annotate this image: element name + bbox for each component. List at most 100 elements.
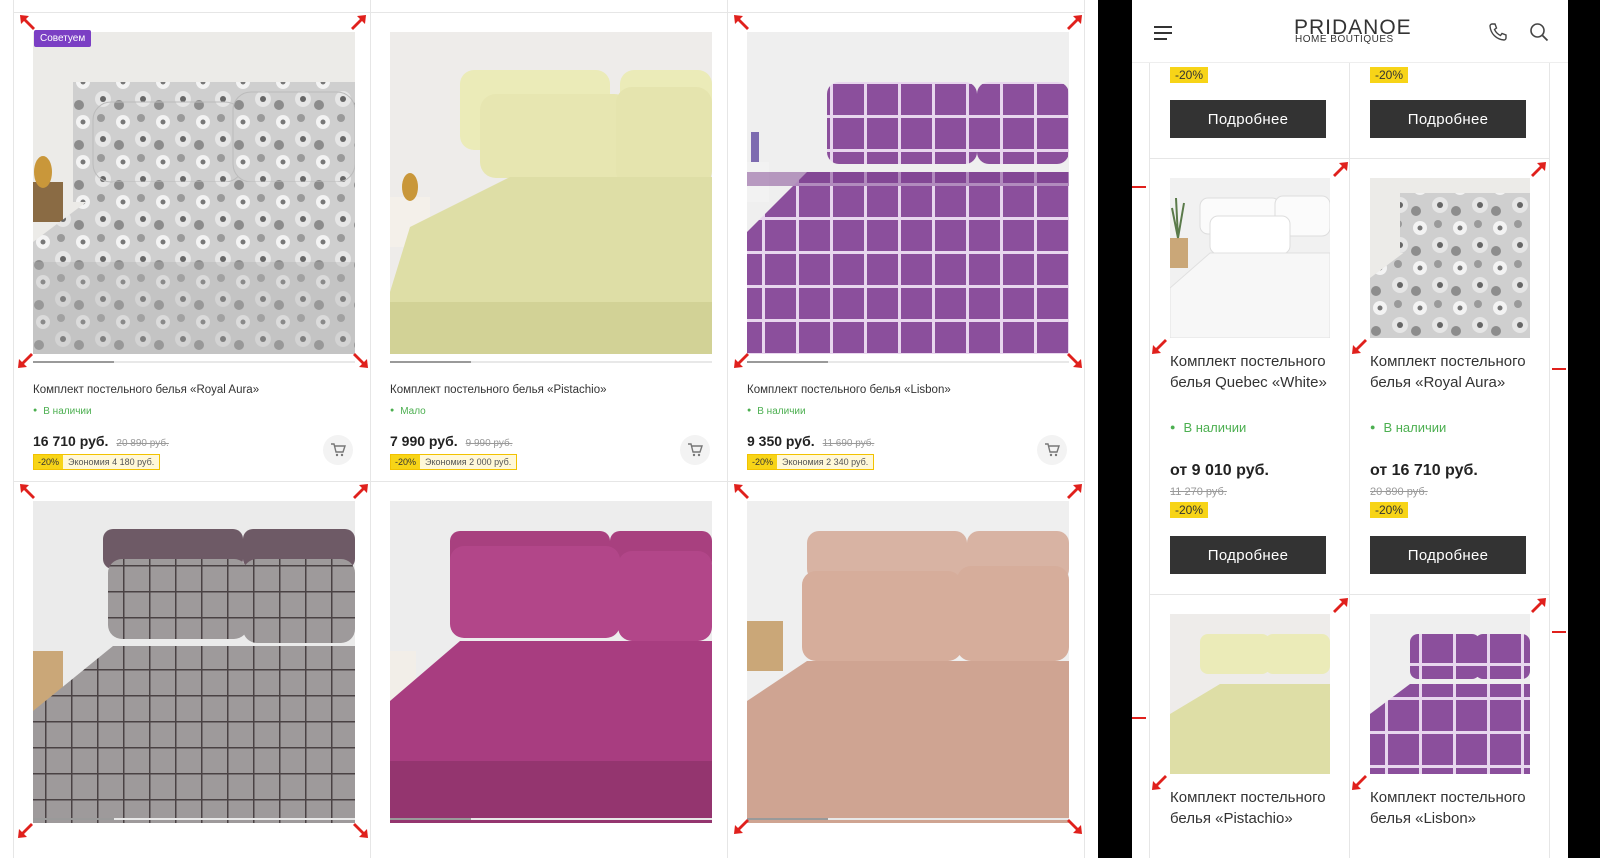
discount-percent: -20% xyxy=(748,455,778,469)
product-card[interactable] xyxy=(370,481,712,858)
corner-marker-icon xyxy=(352,352,368,368)
discount-percent: -20% xyxy=(391,455,421,469)
current-price: 7 990 руб. xyxy=(390,433,458,449)
savings-amount: Экономия 4 180 руб. xyxy=(63,455,160,469)
product-card[interactable]: Комплект постельного белья «Pistachio» М… xyxy=(370,12,712,482)
grid-divider xyxy=(1549,62,1550,858)
stock-status: Мало xyxy=(390,406,426,417)
product-image[interactable] xyxy=(33,501,355,823)
corner-marker-icon xyxy=(734,484,750,500)
desktop-catalog-panel: Советуем Комплект постельного белья «Roy… xyxy=(0,0,1098,858)
image-slider-progress[interactable] xyxy=(33,361,355,363)
cart-icon xyxy=(331,443,346,457)
stock-status: В наличии xyxy=(33,406,91,417)
current-price: 16 710 руб. xyxy=(33,433,109,449)
grid-divider xyxy=(1084,0,1085,858)
add-to-cart-button[interactable] xyxy=(1037,435,1067,465)
corner-marker-icon xyxy=(1066,15,1082,31)
corner-marker-icon xyxy=(1352,774,1368,790)
product-title[interactable]: Комплект постельного белья «Pistachio» xyxy=(390,384,607,396)
product-card[interactable] xyxy=(727,481,1069,858)
image-slider-progress[interactable] xyxy=(390,361,712,363)
savings-amount: Экономия 2 340 руб. xyxy=(777,455,874,469)
stock-status: В наличии xyxy=(1370,420,1446,435)
corner-marker-icon xyxy=(18,822,34,838)
details-button[interactable]: Подробнее xyxy=(1370,100,1526,138)
details-button[interactable]: Подробнее xyxy=(1370,536,1526,574)
corner-marker-icon xyxy=(734,818,750,834)
product-title[interactable]: Комплект постельного белья «Lisbon» xyxy=(747,384,951,396)
corner-marker-icon xyxy=(352,822,368,838)
old-price: 11 690 руб. xyxy=(822,438,875,449)
logo-subtitle: HOME BOUTIQUES xyxy=(1295,34,1394,45)
corner-marker-icon xyxy=(18,352,34,368)
product-price: 9 350 руб. 11 690 руб. xyxy=(747,433,874,449)
product-price: 7 990 руб. 9 990 руб. xyxy=(390,433,513,449)
recommended-badge: Советуем xyxy=(34,30,92,47)
grid-divider xyxy=(1149,62,1150,858)
edge-marker xyxy=(1552,631,1566,633)
current-price: 9 350 руб. xyxy=(747,433,815,449)
corner-marker-icon xyxy=(352,484,368,500)
discount-percent: -20% xyxy=(1170,502,1209,518)
corner-marker-icon xyxy=(1530,162,1546,178)
product-title[interactable]: Комплект постельного белья «Lisbon» xyxy=(1370,787,1540,829)
current-price: от 9 010 руб. xyxy=(1170,462,1269,479)
discount-percent: -20% xyxy=(1170,67,1209,83)
details-button[interactable]: Подробнее xyxy=(1170,100,1326,138)
discount-label: -20% Экономия 4 180 руб. xyxy=(33,454,161,470)
product-image[interactable] xyxy=(1370,178,1530,338)
corner-marker-icon xyxy=(1152,774,1168,790)
image-slider-progress[interactable] xyxy=(390,818,712,820)
product-title[interactable]: Комплект постельного белья «Royal Aura» xyxy=(1370,351,1540,393)
old-price: 11 270 руб. xyxy=(1170,486,1227,498)
product-title[interactable]: Комплект постельного белья «Royal Aura» xyxy=(33,384,259,396)
product-image[interactable] xyxy=(1170,178,1330,338)
mobile-header: PRIDANOE HOME BOUTIQUES xyxy=(1132,0,1568,63)
add-to-cart-button[interactable] xyxy=(323,435,353,465)
product-title[interactable]: Комплект постельного белья «Pistachio» xyxy=(1170,787,1340,829)
cart-icon xyxy=(1045,443,1060,457)
grid-divider xyxy=(1149,158,1549,159)
product-card[interactable]: Советуем Комплект постельного белья «Roy… xyxy=(13,12,355,482)
discount-percent: -20% xyxy=(1370,502,1409,518)
corner-marker-icon xyxy=(350,15,366,31)
discount-percent: -20% xyxy=(1370,67,1409,83)
product-title[interactable]: Комплект постельного белья Quebec «White… xyxy=(1170,351,1340,393)
image-slider-progress[interactable] xyxy=(747,818,1069,820)
corner-marker-icon xyxy=(20,484,36,500)
product-image[interactable] xyxy=(747,501,1069,823)
corner-marker-icon xyxy=(1352,338,1368,354)
product-card[interactable] xyxy=(13,481,355,858)
product-image[interactable] xyxy=(390,32,712,354)
mobile-catalog-panel: -20% -20% Подробнее Подробнее Комплект п… xyxy=(1132,0,1568,858)
savings-amount: Экономия 2 000 руб. xyxy=(420,455,517,469)
edge-marker xyxy=(1132,717,1146,719)
edge-marker xyxy=(1132,186,1146,188)
add-to-cart-button[interactable] xyxy=(680,435,710,465)
corner-marker-icon xyxy=(1066,484,1082,500)
product-image[interactable] xyxy=(1170,614,1330,774)
menu-icon[interactable] xyxy=(1154,26,1172,40)
grid-divider xyxy=(1349,62,1350,858)
cart-icon xyxy=(688,443,703,457)
discount-label: -20% Экономия 2 000 руб. xyxy=(390,454,518,470)
discount-label: -20% Экономия 2 340 руб. xyxy=(747,454,875,470)
product-image[interactable] xyxy=(747,32,1069,354)
old-price: 9 990 руб. xyxy=(465,438,513,449)
corner-marker-icon xyxy=(1066,818,1082,834)
image-slider-progress[interactable] xyxy=(747,361,1069,363)
discount-percent: -20% xyxy=(34,455,64,469)
corner-marker-icon xyxy=(1152,338,1168,354)
product-card[interactable]: Комплект постельного белья «Lisbon» В на… xyxy=(727,12,1069,482)
search-icon[interactable] xyxy=(1529,22,1549,42)
product-image[interactable] xyxy=(33,32,355,354)
old-price: 20 890 руб. xyxy=(116,438,169,449)
product-image[interactable] xyxy=(1370,614,1530,774)
corner-marker-icon xyxy=(734,352,750,368)
corner-marker-icon xyxy=(1066,352,1082,368)
image-slider-progress[interactable] xyxy=(33,818,355,820)
details-button[interactable]: Подробнее xyxy=(1170,536,1326,574)
phone-icon[interactable] xyxy=(1488,22,1508,42)
product-image[interactable] xyxy=(390,501,712,823)
